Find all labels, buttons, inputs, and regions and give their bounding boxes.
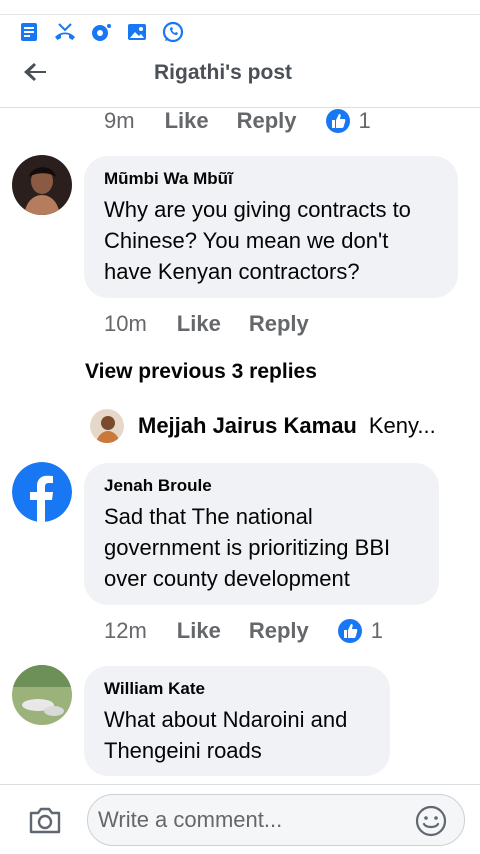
timestamp: 12m [104,618,147,643]
reaction-summary[interactable]: 1 [337,618,383,644]
comment-input[interactable]: Write a comment... [87,794,465,846]
comment-text: Why are you giving contracts to Chinese?… [104,194,438,287]
reaction-count: 1 [370,618,383,643]
like-button[interactable]: Like [177,618,221,644]
reply-button[interactable]: Reply [249,618,309,644]
comment-line: Why are you giving contracts to [104,197,411,222]
comment-bubble: William Kate What about Ndaroini and The… [84,666,390,776]
back-arrow-icon[interactable] [22,58,50,86]
avatar [90,409,124,443]
comment-text: Sad that The national government is prio… [104,501,419,594]
comment-line: Chinese? You mean we don't [104,228,389,253]
post-header: Rigathi's post [0,58,480,108]
comment-input-placeholder: Write a comment... [98,807,283,832]
notes-icon [21,23,37,41]
reply-preview[interactable]: Mejjah Jairus Kamau Keny... [90,408,460,444]
facebook-logo-icon [12,462,72,522]
like-button[interactable]: Like [177,311,221,337]
emoji-icon[interactable] [414,804,448,838]
view-previous-replies-link[interactable]: View previous 3 replies [85,360,317,384]
podcast-icon [92,24,111,41]
comment-author[interactable]: William Kate [104,678,370,700]
gallery-icon [128,24,146,40]
reply-button[interactable]: Reply [249,311,309,337]
comment-text: What about Ndaroini and Thengeini roads [104,704,370,766]
comment-bubble: Jenah Broule Sad that The national gover… [84,463,439,605]
avatar[interactable] [12,462,72,522]
comment-line: What about Ndaroini and [104,707,348,732]
status-bar [0,0,480,58]
profile-photo [90,409,124,443]
comment-line: Sad that The national [104,504,313,529]
like-reaction-icon [325,109,350,133]
reaction-count: 1 [358,108,371,133]
comment-line: over county development [104,566,350,591]
like-button[interactable]: Like [165,108,209,134]
timestamp: 9m [104,108,135,133]
timestamp: 10m [104,311,147,336]
comment-bubble: Mũmbi Wa Mbũĩ Why are you giving contrac… [84,156,458,298]
reply-button[interactable]: Reply [237,108,297,134]
like-reaction-icon [337,619,362,643]
page-title: Rigathi's post [154,61,292,84]
comment-actions: 10m Like Reply [104,309,337,339]
reply-author: Mejjah Jairus Kamau [138,413,357,438]
avatar[interactable] [12,155,72,215]
comment-author[interactable]: Jenah Broule [104,475,419,497]
reply-snippet: Keny... [368,413,436,438]
comment-composer: Write a comment... [0,784,480,854]
missed-call-icon [55,23,75,40]
profile-photo [12,155,72,215]
avatar[interactable] [12,665,72,725]
comment-actions: 9m Like Reply 1 [104,106,371,136]
comment-author[interactable]: Mũmbi Wa Mbũĩ [104,168,438,190]
comment-line: Thengeini roads [104,738,262,763]
comment-actions: 12m Like Reply 1 [104,616,383,646]
reaction-summary[interactable]: 1 [325,108,371,134]
camera-icon[interactable] [26,801,64,839]
comment-line: have Kenyan contractors? [104,259,360,284]
profile-photo [12,665,72,725]
whatsapp-icon [162,21,184,43]
divider [0,14,480,15]
comment-line: government is prioritizing BBI [104,535,391,560]
